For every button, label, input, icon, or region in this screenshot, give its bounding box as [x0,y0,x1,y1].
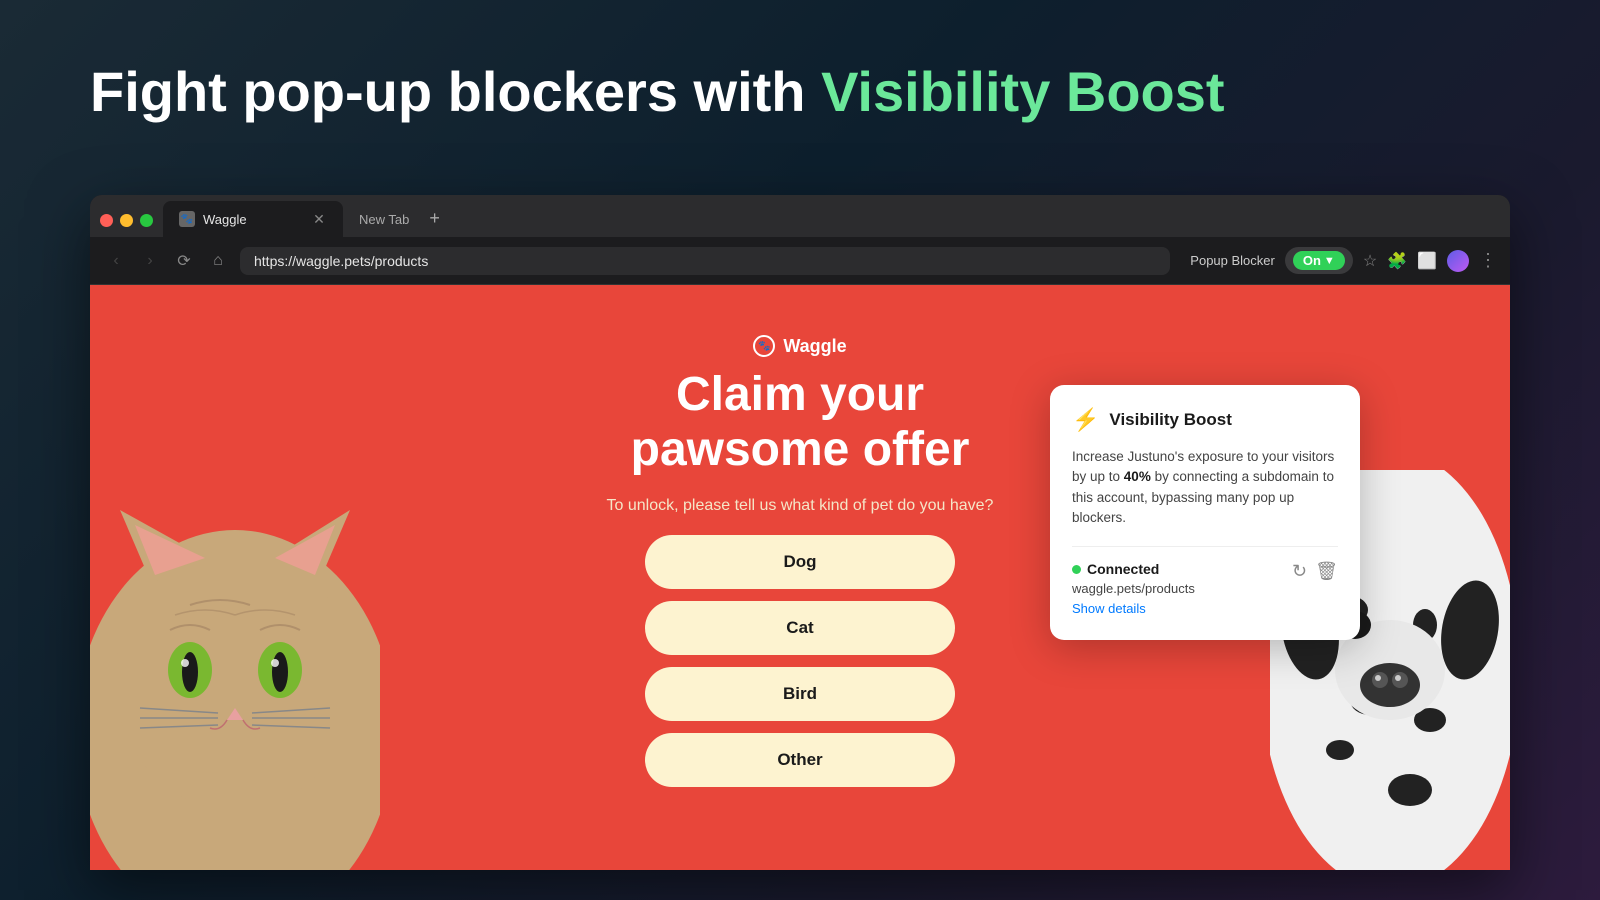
tab-label-waggle: Waggle [203,212,247,227]
new-tab-button[interactable]: + [425,208,440,237]
bookmark-icon[interactable]: ☆ [1363,251,1377,271]
vb-domain: waggle.pets/products [1072,581,1195,596]
close-window-button[interactable] [100,214,113,227]
vb-action-buttons: ↻ 🗑 [1292,561,1338,582]
toggle-chevron-icon: ▼ [1324,255,1335,267]
vb-show-details-link[interactable]: Show details [1072,601,1146,616]
url-bar[interactable]: https://waggle.pets/products [240,247,1170,275]
vb-connected-info: Connected waggle.pets/products Show deta… [1072,561,1195,618]
hero-headline: Fight pop-up blockers with Visibility Bo… [90,60,1225,124]
cat-button[interactable]: Cat [645,601,955,655]
url-text: https://waggle.pets/products [254,253,428,269]
vb-status: Connected [1072,561,1195,577]
vb-connected-section: Connected waggle.pets/products Show deta… [1072,561,1338,618]
popup-blocker-toggle[interactable]: On ▼ [1285,247,1353,274]
cat-image [90,450,380,870]
headline-highlight: Visibility Boost [821,60,1224,123]
tab-close-waggle[interactable]: ✕ [311,211,327,228]
vb-description-bold: 40% [1124,469,1151,484]
connected-dot-icon [1072,565,1081,574]
tab-new[interactable]: New Tab [343,201,425,237]
claim-headline: Claim your pawsome offer [631,367,970,477]
traffic-lights [100,214,163,237]
minimize-window-button[interactable] [120,214,133,227]
visibility-boost-popup: ⚡ Visibility Boost Increase Justuno's ex… [1050,385,1360,640]
dog-button[interactable]: Dog [645,535,955,589]
bird-button[interactable]: Bird [645,667,955,721]
vb-delete-button[interactable]: 🗑 [1315,561,1338,582]
browser-menu-button[interactable]: ⋮ [1479,250,1496,271]
popup-blocker-label: Popup Blocker [1190,253,1275,268]
vb-status-text: Connected [1087,561,1159,577]
vb-title: Visibility Boost [1109,410,1232,430]
claim-line2: pawsome offer [631,422,970,477]
waggle-logo: 🐾 Waggle [753,335,846,357]
tab-label-new: New Tab [359,212,409,227]
tab-bar: 🐾 Waggle ✕ New Tab + [90,195,1510,237]
address-right-icons: Popup Blocker On ▼ ☆ 🧩 ⬜ ⋮ [1190,247,1496,274]
extensions-icon[interactable]: 🧩 [1387,251,1407,271]
toggle-on-badge[interactable]: On ▼ [1293,251,1345,270]
claim-line1: Claim your [631,367,970,422]
profile-avatar[interactable] [1447,250,1469,272]
page-content: 🐾 Waggle Claim your pawsome offer To unl… [90,285,1510,870]
vb-description: Increase Justuno's exposure to your visi… [1072,447,1338,528]
visibility-boost-icon: ⚡ [1072,407,1099,433]
headline-start: Fight pop-up blockers with [90,60,821,123]
refresh-button[interactable]: ⟳ [172,251,196,271]
waggle-logo-text: Waggle [783,336,846,357]
forward-button[interactable]: › [138,252,162,270]
other-button[interactable]: Other [645,733,955,787]
home-button[interactable]: ⌂ [206,252,230,270]
tab-favicon-waggle: 🐾 [179,211,195,227]
split-view-icon[interactable]: ⬜ [1417,251,1437,271]
tab-waggle[interactable]: 🐾 Waggle ✕ [163,201,343,237]
maximize-window-button[interactable] [140,214,153,227]
vb-divider [1072,546,1338,547]
waggle-logo-icon: 🐾 [753,335,775,357]
toggle-on-text: On [1303,253,1321,268]
vb-header: ⚡ Visibility Boost [1072,407,1338,433]
back-button[interactable]: ‹ [104,252,128,270]
browser-window: 🐾 Waggle ✕ New Tab + ‹ › ⟳ ⌂ https://wag… [90,195,1510,870]
unlock-text: To unlock, please tell us what kind of p… [607,497,994,515]
vb-refresh-button[interactable]: ↻ [1292,561,1307,582]
address-bar: ‹ › ⟳ ⌂ https://waggle.pets/products Pop… [90,237,1510,285]
